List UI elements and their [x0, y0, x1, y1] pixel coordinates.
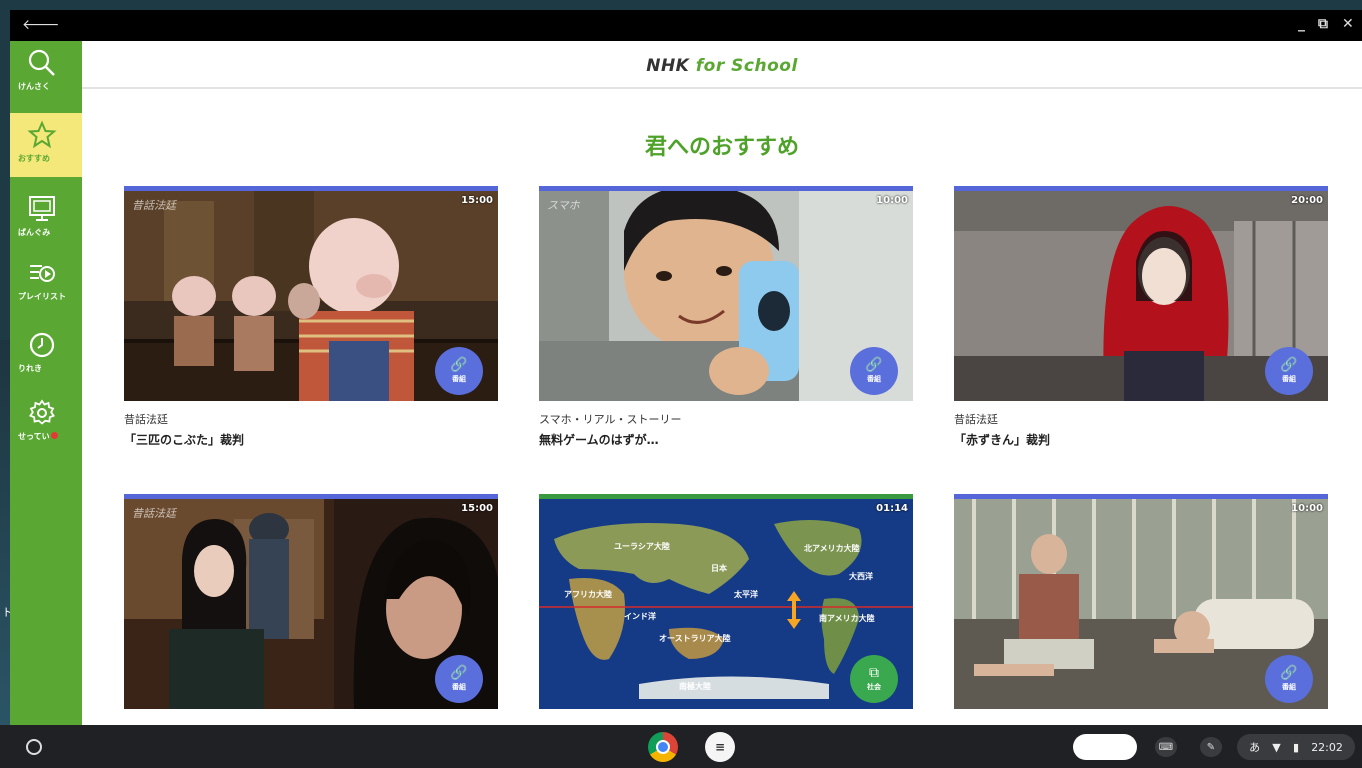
sidebar-item-label: けんさく — [18, 82, 50, 91]
gear-icon — [22, 395, 62, 431]
battery-icon: ▮ — [1292, 740, 1299, 754]
series-name: 昔話法廷 — [954, 413, 998, 426]
link-icon: 🔗 — [1280, 357, 1298, 373]
sidebar-item-label: プレイリスト — [18, 292, 66, 301]
sidebar-item-settings[interactable]: せってい — [10, 391, 82, 455]
video-duration: 10:00 — [876, 195, 908, 206]
video-duration: 15:00 — [461, 503, 493, 514]
program-badge[interactable]: 🔗 番組 — [1265, 655, 1313, 703]
video-card[interactable]: 昔話法廷 15:00 🔗 番組 — [124, 494, 498, 709]
link-icon: 🔗 — [450, 665, 468, 681]
program-badge[interactable]: 🔗 番組 — [1265, 347, 1313, 395]
video-duration: 20:00 — [1291, 195, 1323, 206]
wifi-icon: ▼ — [1272, 740, 1281, 754]
link-icon: 🔗 — [450, 357, 468, 373]
video-thumbnail[interactable]: 20:00 🔗 番組 — [954, 186, 1328, 401]
stylus-tray[interactable] — [1073, 734, 1137, 760]
series-name: スマホ・リアル・ストーリー — [539, 413, 682, 426]
svg-text:南極大陸: 南極大陸 — [679, 681, 711, 691]
sidebar-item-label: せってい — [18, 431, 58, 442]
clock-time: 22:02 — [1311, 740, 1343, 754]
sidebar-item-playlist[interactable]: プレイリスト — [10, 251, 82, 315]
video-card[interactable]: 昔話法廷 15:00 🔗 番組 昔話法廷 「三匹のこぶた」裁判 — [124, 186, 498, 448]
program-logo: 昔話法廷 — [132, 507, 176, 520]
tv-icon — [22, 191, 62, 227]
star-icon — [22, 117, 62, 153]
svg-text:南アメリカ大陸: 南アメリカ大陸 — [819, 613, 875, 623]
video-card[interactable]: 日本 太平洋 大西洋 インド洋 北アメリカ大陸 南アメリカ大陸 オーストラリア大… — [539, 494, 913, 709]
taskbar: ≡ ⌨ ✎ あ ▼ ▮ 22:02 — [0, 725, 1362, 768]
link-icon: 🔗 — [1280, 665, 1298, 681]
clips-icon: ⧉ — [869, 665, 879, 681]
video-title[interactable]: 無料ゲームのはずが… — [539, 431, 913, 448]
close-button[interactable]: ✕ — [1342, 16, 1354, 32]
sidebar-item-label: おすすめ — [18, 154, 50, 163]
chrome-icon[interactable] — [648, 732, 678, 762]
program-badge[interactable]: 🔗 番組 — [850, 347, 898, 395]
page-title: 君へのおすすめ — [644, 135, 799, 160]
program-logo: 昔話法廷 — [132, 199, 176, 212]
sidebar-item-history[interactable]: りれき — [10, 323, 82, 387]
video-thumbnail[interactable]: 日本 太平洋 大西洋 インド洋 北アメリカ大陸 南アメリカ大陸 オーストラリア大… — [539, 494, 913, 709]
video-duration: 01:14 — [876, 503, 908, 514]
video-thumbnail[interactable]: 昔話法廷 15:00 🔗 番組 — [124, 494, 498, 709]
svg-text:インド洋: インド洋 — [624, 611, 656, 621]
notification-dot — [50, 432, 58, 439]
search-icon — [22, 45, 62, 81]
video-card[interactable]: 10:00 🔗 番組 — [954, 494, 1328, 709]
program-logo: スマホ — [547, 199, 580, 212]
svg-text:アフリカ大陸: アフリカ大陸 — [564, 589, 612, 599]
video-thumbnail[interactable]: 昔話法廷 15:00 🔗 番組 — [124, 186, 498, 401]
svg-text:太平洋: 太平洋 — [733, 589, 758, 599]
sidebar-item-recommend[interactable]: おすすめ — [10, 113, 82, 177]
app-window: けんさく おすすめ ばんぐみ プレイリスト りれき せってい NHK for S… — [10, 41, 1362, 725]
sidebar-item-search[interactable]: けんさく — [10, 41, 82, 105]
app-header: NHK for School — [82, 41, 1362, 89]
minimize-button[interactable]: _ — [1298, 16, 1305, 32]
sidebar-item-label: りれき — [18, 364, 42, 373]
svg-text:ユーラシア大陸: ユーラシア大陸 — [614, 541, 670, 551]
program-badge[interactable]: 🔗 番組 — [435, 347, 483, 395]
program-badge[interactable]: 🔗 番組 — [435, 655, 483, 703]
video-card[interactable]: スマホ 10:00 🔗 番組 スマホ・リアル・ストーリー 無料ゲームのはずが… — [539, 186, 913, 448]
video-title[interactable]: 「三匹のこぶた」裁判 — [124, 431, 498, 448]
app-logo: NHK for School — [646, 56, 798, 76]
playlist-icon — [22, 255, 62, 291]
video-thumbnail[interactable]: スマホ 10:00 🔗 番組 — [539, 186, 913, 401]
keyboard-icon[interactable]: ⌨ — [1155, 737, 1177, 757]
sidebar: けんさく おすすめ ばんぐみ プレイリスト りれき せってい — [10, 41, 82, 725]
svg-text:日本: 日本 — [711, 563, 727, 573]
svg-text:大西洋: 大西洋 — [849, 571, 873, 581]
video-thumbnail[interactable]: 10:00 🔗 番組 — [954, 494, 1328, 709]
video-card[interactable]: 20:00 🔗 番組 昔話法廷 「赤ずきん」裁判 — [954, 186, 1328, 448]
series-name: 昔話法廷 — [124, 413, 168, 426]
back-icon[interactable]: 🡐 — [22, 16, 60, 33]
launcher-button[interactable] — [26, 739, 42, 755]
video-duration: 10:00 — [1291, 503, 1323, 514]
app-shortcut-icon[interactable]: ≡ — [705, 732, 735, 762]
clock-icon — [22, 327, 62, 363]
video-title[interactable]: 「赤ずきん」裁判 — [954, 431, 1328, 448]
video-duration: 15:00 — [461, 195, 493, 206]
program-badge[interactable]: ⧉ 社会 — [850, 655, 898, 703]
ime-indicator: あ — [1249, 741, 1261, 754]
svg-text:オーストラリア大陸: オーストラリア大陸 — [659, 633, 731, 643]
svg-text:北アメリカ大陸: 北アメリカ大陸 — [804, 543, 860, 553]
status-area[interactable]: あ ▼ ▮ 22:02 — [1237, 734, 1355, 760]
sidebar-item-label: ばんぐみ — [18, 228, 51, 237]
link-icon: 🔗 — [865, 357, 883, 373]
sidebar-item-programs[interactable]: ばんぐみ — [10, 187, 82, 251]
window-titlebar: 🡐 _ ⧉ ✕ — [10, 10, 1362, 41]
pen-icon[interactable]: ✎ — [1200, 737, 1222, 757]
restore-button[interactable]: ⧉ — [1318, 16, 1328, 32]
